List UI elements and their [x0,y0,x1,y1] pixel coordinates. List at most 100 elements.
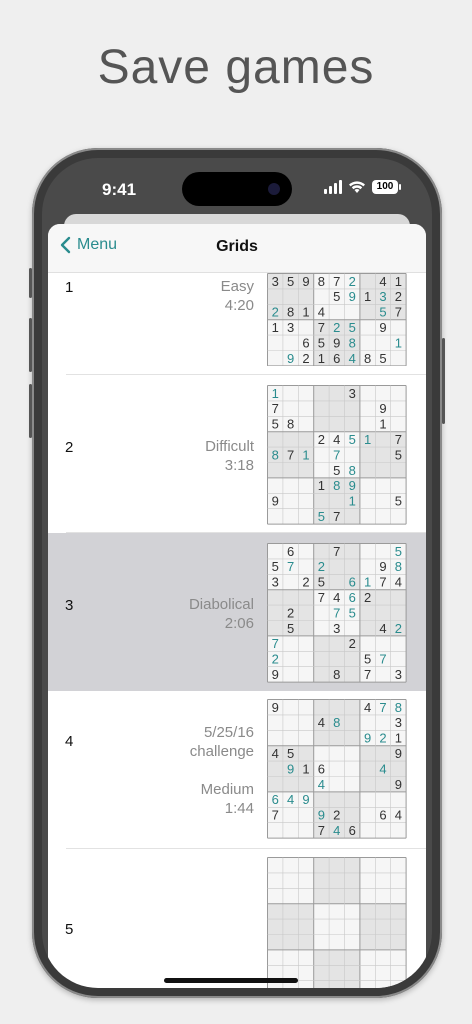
sudoku-digit: 7 [272,808,279,823]
sudoku-digit: 9 [379,320,386,335]
sudoku-digit: 1 [302,447,309,462]
sudoku-digit: 4 [364,700,371,715]
sudoku-digit: 3 [272,575,279,590]
sudoku-digit: 6 [318,761,325,776]
sudoku-digit: 7 [318,823,325,838]
sudoku-digit: 7 [272,636,279,651]
phone-frame: 9:41 100 Menu Grids 1 Easy 4:20 3 5 9 8 … [29,148,445,998]
sudoku-digit: 9 [379,401,386,416]
sudoku-digit: 9 [302,274,309,289]
sudoku-digit: 6 [272,792,279,807]
sudoku-digit: 7 [333,274,340,289]
sudoku-digit: 1 [318,478,325,493]
home-indicator[interactable] [164,978,298,983]
sudoku-digit: 5 [318,335,325,350]
sudoku-digit: 1 [302,761,309,776]
game-info-line: 4:20 [224,297,254,314]
status-bar: 9:41 100 [42,158,432,218]
sudoku-digit: 3 [287,320,294,335]
games-list[interactable]: 1 Easy 4:20 3 5 9 8 7 2 4 1 5 9 1 3 2 2 8 1 4 5 7 1 3 7 2 5 9 6 5 9 8 1 9… [48,273,426,988]
sudoku-digit: 1 [364,432,371,447]
game-row-1[interactable]: 1 Easy 4:20 3 5 9 8 7 2 4 1 5 9 1 3 2 2 8 1 4 5 7 1 3 7 2 5 9 6 5 9 8 1 9… [48,273,426,375]
sudoku-digit: 9 [349,478,356,493]
game-row-2[interactable]: 2 Difficult 3:18 1 3 7 9 5 8 1 2 4 5 1 7 8 7 1 7 5 5 8 1 8 9 9 1 5 5… [48,375,426,533]
game-info-line: challenge [189,743,254,760]
sudoku-digit: 3 [379,289,386,304]
dynamic-island [182,172,292,206]
battery-icon: 100 [372,180,401,194]
sudoku-digit: 5 [318,509,325,524]
sudoku-digit: 4 [318,305,325,320]
sudoku-digit: 7 [379,700,386,715]
sudoku-digit: 5 [287,746,294,761]
sudoku-digit: 2 [379,731,386,746]
sudoku-digit: 7 [333,447,340,462]
sudoku-digit: 4 [395,575,402,590]
grids-sheet: Menu Grids 1 Easy 4:20 3 5 9 8 7 2 4 1 5 9 1 3 2 2 8 1 4 5 7 1… [48,224,426,988]
sudoku-digit: 4 [379,274,386,289]
sudoku-digit: 9 [272,494,279,509]
game-row-3[interactable]: 3 Diabolical 2:06 6 7 5 5 7 2 9 8 3 2 5 6 1 7 4 7 4 6 2 2 7 5 5 3 4… [48,533,426,691]
game-info-line: Easy [220,278,254,295]
sudoku-digit: 2 [333,808,340,823]
sudoku-digit: 8 [333,715,340,730]
game-info: Diabolical 2:06 [189,595,254,633]
screen: 9:41 100 Menu Grids 1 Easy 4:20 3 5 9 8 … [42,158,432,988]
power-button [442,338,445,424]
sudoku-digit: 4 [349,351,356,366]
sudoku-digit: 7 [333,509,340,524]
sudoku-digit: 6 [333,351,340,366]
sudoku-digit: 2 [395,289,402,304]
sudoku-digit: 2 [272,305,279,320]
sudoku-digit: 4 [333,432,340,447]
sudoku-digit: 9 [379,559,386,574]
game-info-line: Diabolical [188,596,254,613]
action-button [29,268,32,298]
sudoku-digit: 9 [333,335,340,350]
game-row-5[interactable]: 5 [48,849,426,988]
game-row-4[interactable]: 4 5/25/16 challenge Medium 1:44 9 4 7 8 4 8 3 9 2 1 4 5 9… [48,691,426,849]
cellular-signal-icon [324,180,342,194]
sudoku-digit: 7 [333,544,340,559]
sudoku-digit: 2 [364,590,371,605]
sudoku-digit: 6 [349,823,356,838]
game-number: 5 [65,921,74,938]
sudoku-digit: 3 [272,274,279,289]
sudoku-digit: 9 [395,777,402,792]
sudoku-digit: 4 [287,792,294,807]
sudoku-digit: 4 [379,761,386,776]
sudoku-digit: 7 [318,590,325,605]
game-info: Difficult 3:18 [205,437,254,475]
sudoku-digit: 6 [379,808,386,823]
sudoku-digit: 5 [349,320,356,335]
sudoku-digit: 5 [364,652,371,667]
sudoku-digit: 8 [272,447,279,462]
sudoku-digit: 5 [287,621,294,636]
sudoku-digit: 8 [333,667,340,682]
sudoku-digit: 8 [395,700,402,715]
game-number: 3 [65,597,74,614]
game-number: 1 [65,279,74,296]
sudoku-digit: 1 [272,386,279,401]
sudoku-digit: 2 [272,652,279,667]
camera-icon [268,183,280,195]
sudoku-thumbnail: 1 37 95 8 12 4 5 1 78 7 1 7 55 81 8 99 1 55 7 [267,385,407,525]
game-info-line: Difficult [205,438,254,455]
status-icons: 100 [324,180,401,194]
sudoku-digit: 8 [364,351,371,366]
sudoku-digit: 6 [287,544,294,559]
sudoku-digit: 1 [395,274,402,289]
page-title: Grids [216,238,258,255]
game-info: Easy 4:20 [221,277,254,315]
sudoku-digit: 2 [349,274,356,289]
sudoku-digit: 5 [318,575,325,590]
sudoku-digit: 9 [272,700,279,715]
sudoku-digit: 3 [395,667,402,682]
sudoku-digit: 2 [395,621,402,636]
sudoku-digit: 1 [272,320,279,335]
sudoku-thumbnail [267,857,407,988]
sudoku-digit: 1 [395,335,402,350]
sudoku-digit: 5 [349,605,356,620]
sudoku-digit: 1 [349,494,356,509]
sudoku-digit: 1 [318,351,325,366]
